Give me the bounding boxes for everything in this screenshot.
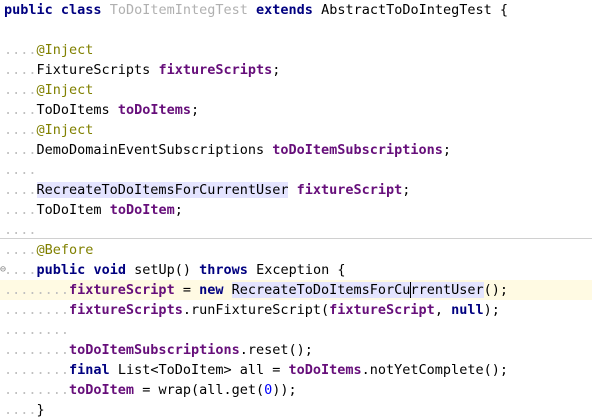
argument-field: fixtureScript [329, 302, 435, 318]
code-editor[interactable]: public class ToDoItemIntegTest extends A… [0, 0, 592, 418]
type-name-highlighted: RecreateToDoItemsForCurrentUser [36, 182, 289, 198]
code-line-field-todo-items[interactable]: ....ToDoItems toDoItems; [0, 100, 592, 120]
indent-guide: .... [4, 402, 37, 418]
semicolon: ; [272, 62, 281, 78]
code-line-field-subscriptions[interactable]: ....DemoDomainEventSubscriptions toDoIte… [0, 140, 592, 160]
indent-guide: .... [4, 62, 37, 78]
code-line-method-declaration[interactable]: ⊖ ....public void setUp() throws Exceptio… [0, 260, 592, 280]
field-ref: toDoItems [288, 362, 362, 378]
call-tail: ); [483, 302, 500, 318]
type-name: ToDoItem [36, 202, 102, 218]
class-name: ToDoItemIntegTest [109, 2, 248, 18]
field-ref: fixtureScript [69, 282, 175, 298]
assignment-call: = wrap(all.get( [134, 382, 265, 398]
method-name: setUp() [134, 262, 191, 278]
semicolon: ; [402, 182, 411, 198]
code-line-field-fixture-script[interactable]: ....RecreateToDoItemsForCurrentUser fixt… [0, 180, 592, 200]
code-line-reset[interactable]: ........toDoItemSubscriptions.reset(); [0, 340, 592, 360]
assignment: = [174, 282, 200, 298]
field-ref: fixtureScripts [69, 302, 183, 318]
code-line-empty[interactable]: .... [0, 160, 592, 180]
semicolon: ; [190, 102, 200, 118]
code-line-field-todo-item[interactable]: ....ToDoItem toDoItem; [0, 200, 592, 220]
comma: , [434, 302, 452, 318]
type-declaration: List<ToDoItem> all = [117, 362, 289, 378]
annotation-before: @Before [36, 242, 94, 258]
annotation-inject: @Inject [36, 82, 94, 98]
method-call: .runFixtureScript( [182, 302, 330, 318]
indent-guide: .... [4, 162, 37, 178]
keyword-throws: throws [199, 262, 248, 278]
superclass-name: AbstractToDoIntegTest [321, 2, 492, 18]
indent-guide: ........ [4, 302, 70, 318]
indent-guide: .... [4, 242, 37, 258]
field-ref: toDoItem [69, 382, 135, 398]
indent-guide: ........ [4, 282, 70, 298]
indent-guide: .... [4, 122, 37, 138]
indent-guide: ........ [4, 322, 70, 338]
code-line-final-list[interactable]: ........final List<ToDoItem> all = toDoI… [0, 360, 592, 380]
indent-guide: .... [4, 42, 37, 58]
code-line-close-brace[interactable]: ....} [0, 400, 592, 418]
indent-guide: ........ [4, 342, 70, 358]
indent-guide: .... [4, 82, 37, 98]
open-brace: { [337, 262, 346, 278]
code-line-annotation-inject[interactable]: ....@Inject [0, 40, 592, 60]
code-line-annotation-before[interactable]: ....@Before [0, 240, 592, 260]
annotation-inject: @Inject [36, 42, 94, 58]
keyword-class: class [60, 2, 102, 18]
open-brace: { [499, 2, 509, 18]
method-call: .notYetComplete(); [361, 362, 508, 378]
code-line-current[interactable]: ........fixtureScript = new RecreateToDo… [0, 280, 592, 300]
code-line-annotation-inject[interactable]: ....@Inject [0, 120, 592, 140]
indent-guide: .... [4, 182, 37, 198]
code-line-empty[interactable]: ........ [0, 320, 592, 340]
type-name: FixtureScripts [36, 62, 151, 78]
indent-guide: .... [4, 222, 37, 238]
indent-guide: .... [4, 262, 37, 278]
field-name: toDoItems [117, 102, 191, 118]
code-line-annotation-inject[interactable]: ....@Inject [0, 80, 592, 100]
keyword-public: public [4, 2, 53, 18]
indent-guide: .... [4, 102, 37, 118]
code-line-class-declaration[interactable]: public class ToDoItemIntegTest extends A… [0, 0, 592, 20]
code-line-empty[interactable]: .... [0, 220, 592, 240]
field-name: fixtureScript [296, 182, 403, 198]
semicolon: ; [442, 142, 452, 158]
annotation-inject: @Inject [36, 122, 94, 138]
keyword-void: void [93, 262, 126, 278]
code-line-field-fixture-scripts[interactable]: ....FixtureScripts fixtureScripts; [0, 60, 592, 80]
type-name: ToDoItems [36, 102, 110, 118]
keyword-final: final [69, 362, 110, 378]
indent-guide: .... [4, 202, 37, 218]
field-name: fixtureScripts [158, 62, 273, 78]
keyword-new: new [199, 282, 224, 298]
semicolon: ; [174, 202, 183, 218]
call-tail: )); [272, 382, 297, 398]
method-separator [0, 238, 592, 239]
type-name: DemoDomainEventSubscriptions [36, 142, 265, 158]
call-tail: (); [483, 282, 508, 298]
field-name: toDoItemSubscriptions [272, 142, 443, 158]
code-line-run-fixture[interactable]: ........fixtureScripts.runFixtureScript(… [0, 300, 592, 320]
indent-guide: ........ [4, 382, 70, 398]
keyword-public: public [36, 262, 86, 278]
exception-type: Exception [256, 262, 330, 278]
indent-guide: .... [4, 142, 37, 158]
indent-guide: ........ [4, 362, 70, 378]
field-name: toDoItem [109, 202, 175, 218]
close-brace: } [36, 402, 45, 418]
fold-marker-icon[interactable]: ⊖ [0, 260, 6, 280]
keyword-extends: extends [256, 2, 313, 18]
keyword-null: null [451, 302, 484, 318]
constructor-name-highlighted: RecreateToDoItemsForCurrentUser [231, 282, 484, 298]
code-line-wrap[interactable]: ........toDoItem = wrap(all.get(0)); [0, 380, 592, 400]
method-call: .reset(); [239, 342, 313, 358]
field-ref: toDoItemSubscriptions [69, 342, 240, 358]
